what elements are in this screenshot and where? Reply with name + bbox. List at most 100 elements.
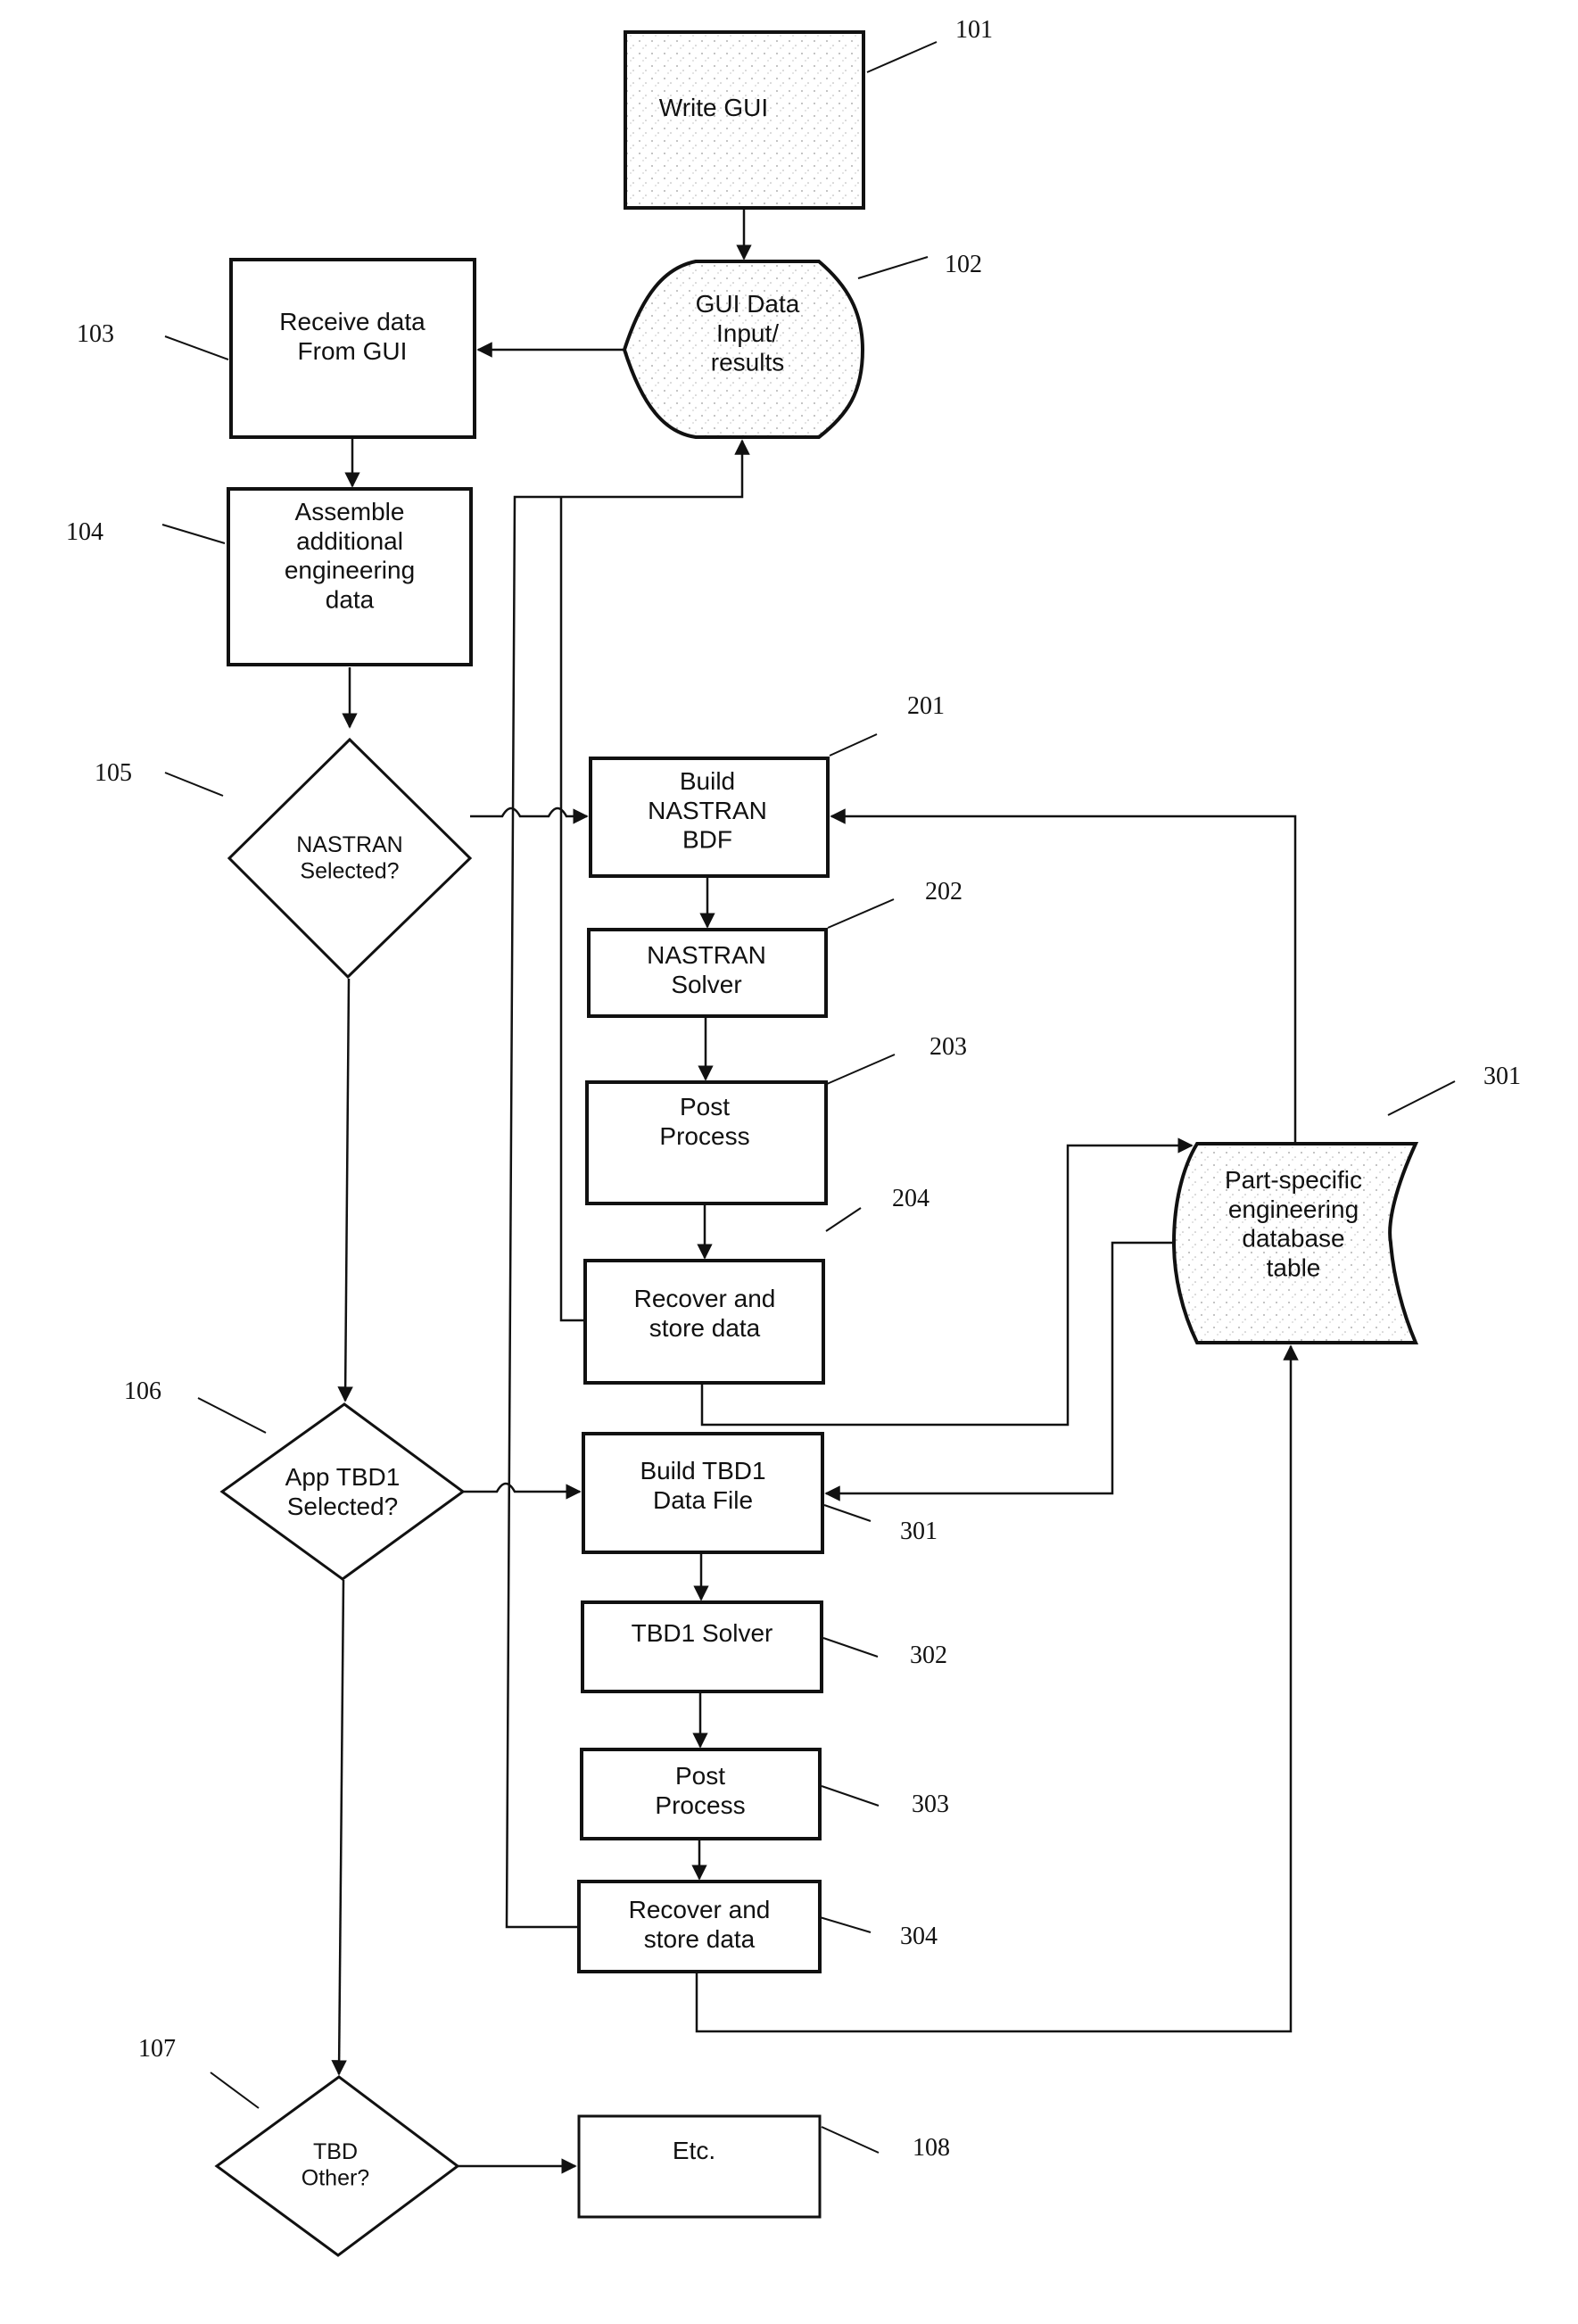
node-text-line: store data — [649, 1314, 761, 1342]
ref-label-304: 304 — [900, 1923, 938, 1950]
node-text-line: NASTRAN — [648, 797, 767, 824]
leader-line — [829, 733, 878, 757]
node-text-line: Process — [655, 1791, 745, 1819]
node-database: Part-specific engineering database table — [1171, 1142, 1419, 1344]
node-text-line: Recover and — [634, 1285, 776, 1312]
ref-label-302: 302 — [910, 1642, 947, 1669]
leader-line — [866, 41, 938, 73]
node-text-line: Part-specific — [1225, 1166, 1362, 1194]
ref-label-106: 106 — [124, 1377, 161, 1405]
node-text: Receive data From GUI — [279, 308, 425, 365]
node-nastran-recover: Recover and store data — [583, 1259, 825, 1385]
node-text-line: data — [326, 585, 375, 613]
process-box — [577, 2114, 822, 2219]
node-text-line: Build TBD1 — [640, 1457, 765, 1485]
leader-line — [857, 256, 929, 279]
arrow-nastran-decision-to-tbd1-decision — [337, 978, 353, 1402]
ref-label-203: 203 — [929, 1033, 967, 1061]
ref-label-303: 303 — [912, 1791, 949, 1818]
node-nastran-solver: NASTRAN Solver — [587, 928, 828, 1018]
node-text-line: Write GUI — [659, 94, 768, 121]
node-text-line: Post — [680, 1093, 730, 1121]
flowchart: Write GUI GUI Data Input/results Receive … — [66, 16, 1521, 2257]
node-text: Build TBD1 Data File — [640, 1457, 765, 1514]
node-write-gui: Write GUI — [624, 30, 865, 210]
node-text-line: Process — [659, 1122, 749, 1150]
node-text-line: From GUI — [298, 337, 408, 365]
leader-line — [821, 1785, 880, 1807]
node-assemble: Assemble additional engineering data — [227, 487, 473, 666]
ref-label-105: 105 — [95, 759, 132, 787]
node-text-line: App TBD1 — [285, 1463, 401, 1491]
leader-line — [825, 1207, 862, 1232]
node-tbd1-recover: Recover and store data — [577, 1880, 822, 1973]
node-text-line: Post — [675, 1762, 725, 1790]
node-text: Write GUI — [659, 94, 768, 121]
node-text-line: engineering — [285, 557, 415, 584]
node-text-line: Input/ — [716, 319, 779, 347]
node-etc: Etc. — [577, 2114, 822, 2219]
node-text-line: Solver — [671, 971, 741, 998]
node-text-line: Build — [680, 767, 735, 795]
ref-label-102: 102 — [945, 251, 982, 278]
leader-line — [197, 1397, 267, 1434]
node-tbd1-solver: TBD1 Solver — [581, 1600, 823, 1693]
node-text-line: Other? — [302, 2165, 369, 2190]
node-text-line: store data — [644, 1925, 756, 1953]
ref-label-202: 202 — [925, 878, 962, 906]
node-text-line: engineering — [1228, 1195, 1359, 1223]
ref-label-301-build: 301 — [900, 1518, 938, 1545]
arrow-database-to-build-bdf — [830, 808, 1297, 1144]
node-text-line: TBD1 Solver — [632, 1619, 773, 1647]
leader-line — [161, 524, 226, 544]
node-tbd1-selected: App TBD1 Selected? — [219, 1402, 466, 1581]
leader-line — [819, 1916, 872, 1933]
ref-label-107: 107 — [138, 2035, 176, 2063]
node-build-tbd1: Build TBD1 Data File — [582, 1432, 824, 1554]
node-text-line: BDF — [682, 826, 732, 854]
ref-label-101: 101 — [955, 16, 993, 44]
process-box — [581, 1600, 823, 1693]
node-gui-data: GUI Data Input/results — [622, 260, 865, 439]
node-text: Etc. — [673, 2137, 715, 2164]
leader-line — [164, 335, 229, 360]
node-text: NASTRAN Selected? — [296, 832, 402, 883]
node-receive-data: Receive data From GUI — [229, 258, 476, 439]
node-text-line: TBD — [313, 2139, 358, 2164]
node-text-line: NASTRAN — [296, 832, 402, 857]
node-text: App TBD1 Selected? — [285, 1463, 401, 1520]
node-text: TBD1 Solver — [632, 1619, 773, 1647]
ref-label-201: 201 — [907, 692, 945, 720]
arrow-database-to-build-tbd1 — [824, 1241, 1179, 1501]
node-text-line: Selected? — [300, 858, 399, 883]
node-text-line: results — [711, 349, 784, 376]
node-text-line: database — [1242, 1225, 1344, 1253]
node-text-line: GUI Data — [696, 290, 800, 318]
node-text-line: Etc. — [673, 2137, 715, 2164]
node-build-nastran: Build NASTRAN BDF — [589, 757, 830, 878]
leader-line — [821, 2126, 880, 2154]
node-text-line: Receive data — [279, 308, 425, 335]
leader-line — [827, 898, 895, 929]
ref-label-301-database: 301 — [1483, 1063, 1521, 1090]
node-text-line: Assemble — [295, 498, 405, 525]
arrow-tbd1-decision-to-other-decision — [331, 1579, 347, 2076]
leader-line — [210, 2072, 260, 2109]
leader-line — [826, 1054, 896, 1085]
node-tbd1-post: Post Process — [580, 1748, 822, 1840]
node-text: Recover and store data — [634, 1285, 776, 1342]
node-nastran-post: Post Process — [585, 1080, 828, 1205]
ref-label-204: 204 — [892, 1185, 929, 1212]
node-text-line: additional — [296, 527, 403, 555]
node-text-line: Recover and — [629, 1896, 771, 1923]
node-text: Recover and store data — [629, 1896, 771, 1953]
node-text-line: Data File — [653, 1486, 753, 1514]
leader-line — [822, 1637, 879, 1658]
leader-line — [1387, 1080, 1456, 1116]
ref-label-108: 108 — [913, 2134, 950, 2162]
node-nastran-selected: NASTRAN Selected? — [227, 737, 473, 980]
node-text-line: table — [1267, 1253, 1321, 1281]
leader-line — [164, 772, 224, 797]
node-text-line: Selected? — [287, 1493, 399, 1520]
node-text-line: NASTRAN — [647, 941, 766, 969]
